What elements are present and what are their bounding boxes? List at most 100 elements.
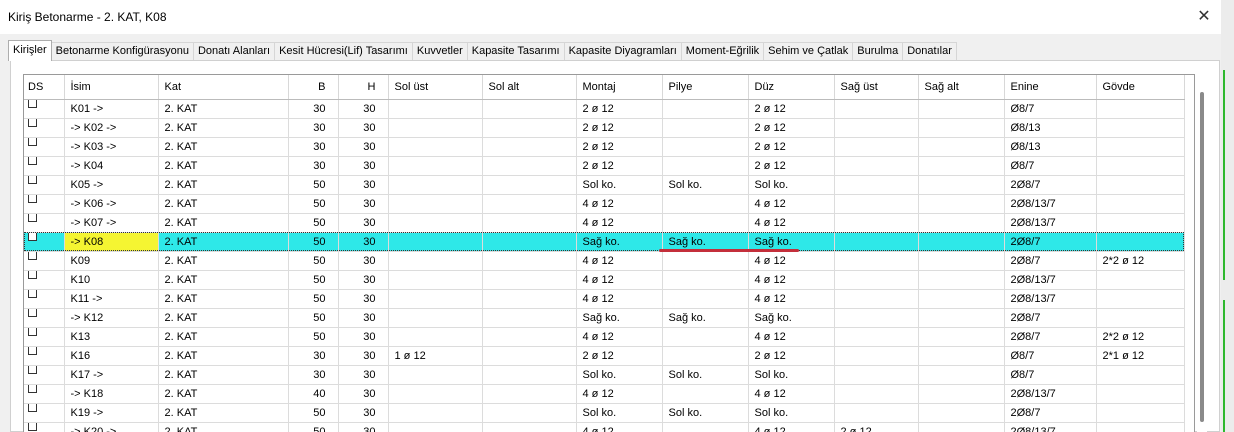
- ds-checkbox[interactable]: [28, 270, 37, 279]
- col-b-cell[interactable]: 50: [288, 213, 339, 233]
- tab-9[interactable]: Sehim ve Çatlak: [763, 42, 854, 61]
- col-pilye-cell[interactable]: [662, 137, 749, 157]
- col-sol-alt-header[interactable]: Sol alt: [482, 75, 577, 100]
- col-isim-header[interactable]: İsim: [64, 75, 159, 100]
- col-sol-ust-cell[interactable]: [388, 327, 483, 347]
- col-enine-cell[interactable]: 2Ø8/13/7: [1004, 384, 1097, 404]
- col-govde-cell[interactable]: [1096, 289, 1185, 309]
- table-row[interactable]: -> K12 2. KAT 50 30 Sağ ko. Sağ ko. Sağ ko. 2Ø8…: [24, 308, 1185, 328]
- col-sol-alt-cell[interactable]: [482, 346, 577, 366]
- tab-11[interactable]: Donatılar: [902, 42, 957, 61]
- table-row[interactable]: -> K08 2. KAT 50 30 Sağ ko. Sağ ko. Sağ ko. 2Ø8…: [24, 232, 1185, 252]
- col-sag-alt-cell[interactable]: [918, 384, 1005, 404]
- col-isim-cell[interactable]: -> K06 ->: [64, 194, 159, 214]
- table-row[interactable]: K09 2. KAT 50 30 4 ø 12 4 ø 12 2Ø8/7 2*2 ø 12: [24, 251, 1185, 271]
- col-sol-ust-header[interactable]: Sol üst: [388, 75, 483, 100]
- tab-1[interactable]: Kirişler: [8, 40, 52, 61]
- col-govde-cell[interactable]: [1096, 99, 1185, 119]
- col-b-cell[interactable]: 30: [288, 118, 339, 138]
- col-sol-ust-cell[interactable]: [388, 308, 483, 328]
- col-govde-cell[interactable]: [1096, 137, 1185, 157]
- col-sol-ust-cell[interactable]: [388, 365, 483, 385]
- col-pilye-cell[interactable]: [662, 327, 749, 347]
- col-govde-cell[interactable]: [1096, 403, 1185, 423]
- col-sol-alt-cell[interactable]: [482, 270, 577, 290]
- ds-cell[interactable]: [24, 308, 65, 328]
- col-montaj-cell[interactable]: 4 ø 12: [576, 213, 663, 233]
- col-duz-cell[interactable]: 4 ø 12: [748, 194, 835, 214]
- col-sag-ust-header[interactable]: Sağ üst: [834, 75, 919, 100]
- col-sol-alt-cell[interactable]: [482, 365, 577, 385]
- col-sag-alt-cell[interactable]: [918, 365, 1005, 385]
- col-b-cell[interactable]: 40: [288, 384, 339, 404]
- ds-cell[interactable]: [24, 289, 65, 309]
- col-isim-cell[interactable]: -> K04: [64, 156, 159, 176]
- col-montaj-cell[interactable]: 4 ø 12: [576, 194, 663, 214]
- table-row[interactable]: K17 -> 2. KAT 30 30 Sol ko. Sol ko. Sol ko. Ø8/…: [24, 365, 1185, 385]
- col-montaj-cell[interactable]: Sol ko.: [576, 175, 663, 195]
- col-enine-cell[interactable]: 2Ø8/13/7: [1004, 213, 1097, 233]
- col-sag-ust-cell[interactable]: [834, 175, 919, 195]
- col-sol-alt-cell[interactable]: [482, 289, 577, 309]
- col-kat-header[interactable]: Kat: [158, 75, 289, 100]
- col-h-cell[interactable]: 30: [338, 289, 389, 309]
- ds-checkbox[interactable]: [28, 384, 37, 393]
- col-enine-cell[interactable]: 2Ø8/13/7: [1004, 289, 1097, 309]
- col-sol-ust-cell[interactable]: [388, 232, 483, 252]
- col-kat-cell[interactable]: 2. KAT: [158, 270, 289, 290]
- col-pilye-cell[interactable]: [662, 346, 749, 366]
- ds-checkbox[interactable]: [28, 346, 37, 355]
- col-enine-cell[interactable]: Ø8/7: [1004, 365, 1097, 385]
- col-sag-ust-cell[interactable]: [834, 289, 919, 309]
- col-montaj-cell[interactable]: 2 ø 12: [576, 346, 663, 366]
- col-kat-cell[interactable]: 2. KAT: [158, 403, 289, 423]
- col-pilye-cell[interactable]: [662, 384, 749, 404]
- col-isim-cell[interactable]: K13: [64, 327, 159, 347]
- col-h-cell[interactable]: 30: [338, 346, 389, 366]
- col-duz-cell[interactable]: Sağ ko.: [748, 308, 835, 328]
- col-h-cell[interactable]: 30: [338, 194, 389, 214]
- col-enine-cell[interactable]: 2Ø8/7: [1004, 327, 1097, 347]
- col-sag-alt-cell[interactable]: [918, 213, 1005, 233]
- ds-cell[interactable]: [24, 327, 65, 347]
- col-enine-cell[interactable]: Ø8/13: [1004, 118, 1097, 138]
- col-h-cell[interactable]: 30: [338, 213, 389, 233]
- ds-checkbox[interactable]: [28, 251, 37, 260]
- tab-3[interactable]: Donatı Alanları: [192, 42, 276, 61]
- col-duz-cell[interactable]: Sol ko.: [748, 175, 835, 195]
- col-sol-alt-cell[interactable]: [482, 422, 577, 432]
- col-isim-cell[interactable]: K09: [64, 251, 159, 271]
- col-sol-alt-cell[interactable]: [482, 137, 577, 157]
- col-sol-ust-cell[interactable]: [388, 156, 483, 176]
- col-enine-cell[interactable]: 2Ø8/7: [1004, 308, 1097, 328]
- col-govde-cell[interactable]: [1096, 422, 1185, 432]
- col-enine-cell[interactable]: Ø8/7: [1004, 346, 1097, 366]
- col-isim-cell[interactable]: K11 ->: [64, 289, 159, 309]
- ds-cell[interactable]: [24, 156, 65, 176]
- col-duz-header[interactable]: Düz: [748, 75, 835, 100]
- col-govde-cell[interactable]: [1096, 365, 1185, 385]
- col-isim-cell[interactable]: -> K08: [64, 232, 159, 252]
- col-enine-cell[interactable]: Ø8/7: [1004, 99, 1097, 119]
- col-duz-cell[interactable]: 4 ø 12: [748, 251, 835, 271]
- col-sag-alt-cell[interactable]: [918, 156, 1005, 176]
- col-sol-ust-cell[interactable]: [388, 422, 483, 432]
- col-b-cell[interactable]: 50: [288, 270, 339, 290]
- col-h-cell[interactable]: 30: [338, 403, 389, 423]
- scrollbar-thumb[interactable]: [1200, 92, 1204, 422]
- col-montaj-cell[interactable]: 2 ø 12: [576, 118, 663, 138]
- col-b-cell[interactable]: 50: [288, 194, 339, 214]
- ds-cell[interactable]: [24, 137, 65, 157]
- ds-cell[interactable]: [24, 99, 65, 119]
- table-row[interactable]: -> K02 -> 2. KAT 30 30 2 ø 12 2 ø 12 Ø8/13: [24, 118, 1185, 138]
- col-isim-cell[interactable]: K05 ->: [64, 175, 159, 195]
- col-sag-ust-cell[interactable]: [834, 194, 919, 214]
- table-row[interactable]: -> K06 -> 2. KAT 50 30 4 ø 12 4 ø 12 2Ø8/13/7: [24, 194, 1185, 214]
- table-row[interactable]: K05 -> 2. KAT 50 30 Sol ko. Sol ko. Sol ko. 2Ø8…: [24, 175, 1185, 195]
- col-pilye-cell[interactable]: [662, 289, 749, 309]
- col-b-cell[interactable]: 50: [288, 403, 339, 423]
- ds-cell[interactable]: [24, 403, 65, 423]
- col-b-cell[interactable]: 50: [288, 251, 339, 271]
- col-sol-ust-cell[interactable]: 1 ø 12: [388, 346, 483, 366]
- col-pilye-header[interactable]: Pilye: [662, 75, 749, 100]
